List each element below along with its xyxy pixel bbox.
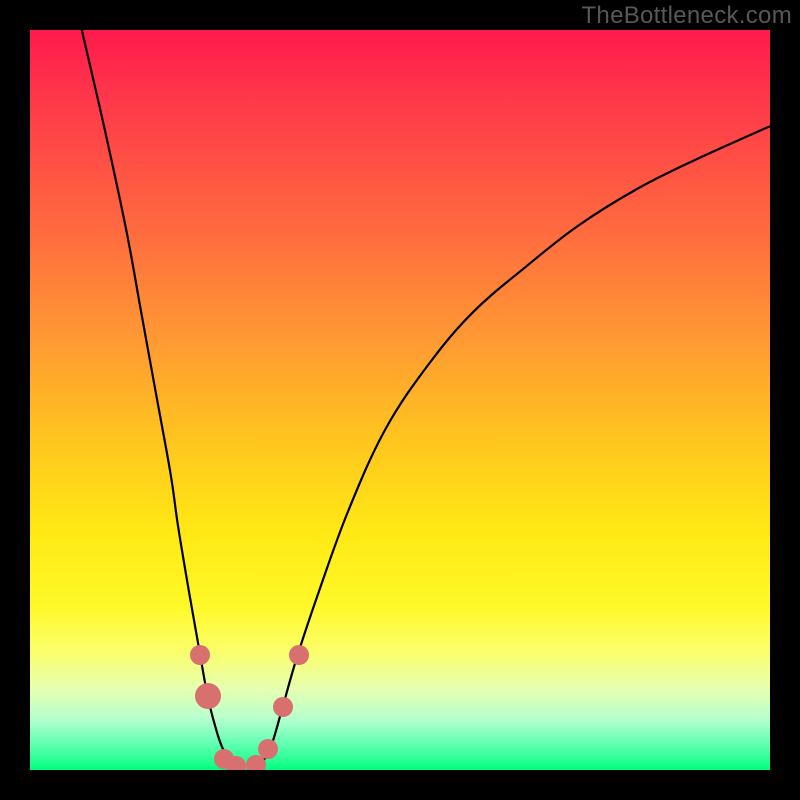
data-marker [226,756,246,770]
curve-left-branch [82,30,234,766]
data-marker [289,645,309,665]
curve-layer [30,30,770,770]
chart-frame: TheBottleneck.com [0,0,800,800]
curve-right-branch [259,126,770,766]
attribution-text: TheBottleneck.com [581,2,792,30]
plot-area [30,30,770,770]
data-marker [195,683,221,709]
